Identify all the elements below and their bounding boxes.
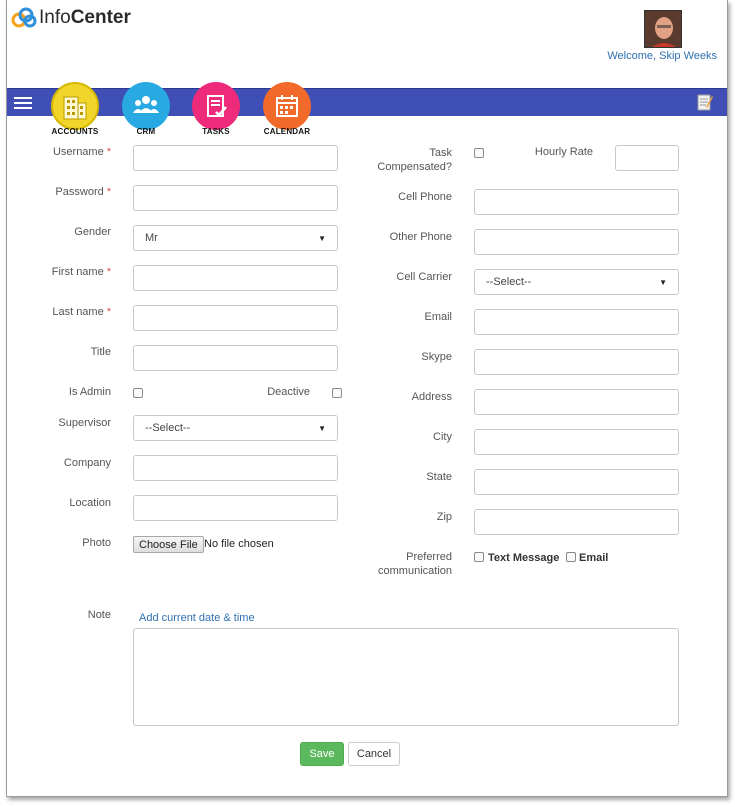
calendar-icon (263, 82, 311, 130)
first-name-label: First name * (51, 266, 111, 278)
cell-phone-input[interactable] (474, 189, 679, 215)
company-input[interactable] (133, 455, 338, 481)
save-button[interactable]: Save (300, 742, 344, 766)
location-label: Location (69, 497, 111, 509)
app-calendar[interactable]: CALENDAR (260, 82, 314, 136)
building-icon (51, 82, 99, 130)
title-label: Title (90, 346, 111, 358)
hourly-rate-label: Hourly Rate (534, 146, 593, 158)
state-label: State (426, 471, 452, 483)
cancel-button[interactable]: Cancel (348, 742, 400, 766)
other-phone-input[interactable] (474, 229, 679, 255)
gender-select[interactable]: Mr ▼ (133, 225, 338, 251)
skype-input[interactable] (474, 349, 679, 375)
supervisor-label: Supervisor (58, 417, 111, 429)
app-crm[interactable]: CRM (119, 82, 173, 136)
note-label: Note (87, 609, 111, 621)
email-pref-checkbox[interactable] (566, 552, 576, 562)
username-input[interactable] (133, 145, 338, 171)
address-input[interactable] (474, 389, 679, 415)
title-input[interactable] (133, 345, 338, 371)
deactive-label: Deactive (267, 386, 310, 398)
location-input[interactable] (133, 495, 338, 521)
is-admin-checkbox[interactable] (133, 388, 143, 398)
app-label: CRM (136, 127, 156, 136)
app-label: ACCOUNTS (51, 127, 99, 136)
dropdown-caret-icon: ▼ (318, 423, 326, 433)
note-textarea[interactable] (133, 628, 679, 726)
app-label: TASKS (202, 127, 230, 136)
dropdown-caret-icon: ▼ (659, 277, 667, 287)
choose-file-button[interactable]: Choose File (133, 536, 204, 553)
text-message-checkbox[interactable] (474, 552, 484, 562)
app-tasks[interactable]: TASKS (189, 82, 243, 136)
nav-bar (7, 88, 727, 116)
email-label: Email (424, 311, 452, 323)
add-date-time-link[interactable]: Add current date & time (139, 612, 255, 624)
email-input[interactable] (474, 309, 679, 335)
app-accounts[interactable]: ACCOUNTS (48, 82, 102, 136)
city-label: City (433, 431, 452, 443)
state-input[interactable] (474, 469, 679, 495)
is-admin-label: Is Admin (68, 386, 111, 398)
city-input[interactable] (474, 429, 679, 455)
infocenter-logo[interactable]: InfoCenter (11, 4, 151, 32)
user-avatar[interactable] (644, 10, 682, 48)
task-compensated-checkbox[interactable] (474, 148, 484, 158)
company-label: Company (63, 457, 111, 469)
last-name-input[interactable] (133, 305, 338, 331)
gender-label: Gender (74, 226, 111, 238)
task-compensated-label: Task Compensated? (377, 147, 452, 173)
last-name-label: Last name * (52, 306, 111, 318)
photo-label: Photo (82, 537, 111, 549)
hourly-rate-input[interactable] (615, 145, 679, 171)
people-icon (122, 82, 170, 130)
cell-carrier-label: Cell Carrier (396, 271, 452, 283)
cloud-logo-icon (11, 7, 37, 28)
app-window: InfoCenter Welcome, Skip Weeks ACCOUNTS … (6, 0, 728, 797)
first-name-input[interactable] (133, 265, 338, 291)
supervisor-select[interactable]: --Select-- ▼ (133, 415, 338, 441)
password-label: Password * (55, 186, 111, 198)
dropdown-caret-icon: ▼ (318, 233, 326, 243)
username-label: Username * (52, 146, 111, 158)
deactive-checkbox[interactable] (332, 388, 342, 398)
password-input[interactable] (133, 185, 338, 211)
zip-label: Zip (436, 511, 452, 523)
preferred-communication-label: Preferred communication (378, 551, 452, 577)
welcome-text[interactable]: Welcome, Skip Weeks (567, 50, 717, 62)
app-label: CALENDAR (263, 127, 311, 136)
cell-phone-label: Cell Phone (398, 191, 452, 203)
file-status: No file chosen (204, 538, 274, 550)
address-label: Address (411, 391, 452, 403)
hamburger-menu-icon[interactable] (11, 92, 35, 114)
other-phone-label: Other Phone (389, 231, 452, 243)
task-list-icon (192, 82, 240, 130)
cell-carrier-select[interactable]: --Select-- ▼ (474, 269, 679, 295)
edit-note-icon[interactable] (697, 93, 713, 111)
email-pref-label: Email (579, 552, 609, 564)
text-message-label: Text Message (488, 552, 560, 564)
zip-input[interactable] (474, 509, 679, 535)
skype-label: Skype (421, 351, 452, 363)
